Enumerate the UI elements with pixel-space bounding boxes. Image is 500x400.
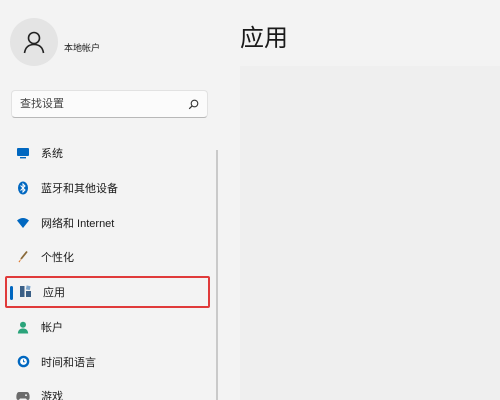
nav-item-label: 游戏 bbox=[41, 391, 63, 400]
nav-item-gaming[interactable]: 游戏 bbox=[0, 379, 212, 400]
apps-icon bbox=[18, 285, 32, 299]
content-pane bbox=[240, 66, 500, 400]
sidebar: 本地帐户 系统 蓝牙和其他设备 网络和 Interne bbox=[0, 0, 222, 400]
system-icon bbox=[16, 146, 30, 160]
nav-item-label: 系统 bbox=[41, 148, 63, 161]
brush-icon bbox=[16, 250, 30, 264]
search-input[interactable] bbox=[20, 98, 187, 110]
nav-item-accounts[interactable]: 帐户 bbox=[0, 310, 212, 345]
page-title: 应用 bbox=[240, 25, 288, 52]
bluetooth-icon bbox=[16, 181, 30, 195]
person-icon bbox=[16, 320, 30, 334]
avatar[interactable] bbox=[10, 18, 58, 66]
nav-item-label: 应用 bbox=[43, 286, 65, 299]
gamepad-icon bbox=[16, 389, 30, 400]
selection-indicator bbox=[10, 285, 13, 300]
nav-item-bluetooth[interactable]: 蓝牙和其他设备 bbox=[0, 171, 212, 206]
globe-clock-icon bbox=[16, 355, 30, 369]
nav-item-label: 帐户 bbox=[41, 322, 63, 335]
account-header[interactable]: 本地帐户 bbox=[10, 18, 100, 66]
nav-list: 系统 蓝牙和其他设备 网络和 Internet 个性化 应用 帐户 时间和语言 … bbox=[0, 136, 212, 400]
nav-item-time-language[interactable]: 时间和语言 bbox=[0, 344, 212, 379]
search-icon[interactable] bbox=[187, 98, 199, 110]
search-box[interactable] bbox=[11, 90, 208, 118]
nav-item-personalization[interactable]: 个性化 bbox=[0, 240, 212, 275]
nav-item-label: 网络和 Internet bbox=[41, 217, 115, 230]
nav-item-system[interactable]: 系统 bbox=[0, 136, 212, 171]
account-name: 本地帐户 bbox=[64, 42, 101, 53]
scrollbar[interactable] bbox=[216, 150, 218, 400]
nav-item-label: 个性化 bbox=[41, 252, 74, 265]
nav-item-apps[interactable]: 应用 bbox=[5, 275, 210, 308]
nav-item-network[interactable]: 网络和 Internet bbox=[0, 205, 212, 240]
user-icon bbox=[23, 31, 45, 54]
nav-item-label: 时间和语言 bbox=[41, 356, 96, 369]
wifi-icon bbox=[16, 216, 30, 230]
nav-item-label: 蓝牙和其他设备 bbox=[41, 183, 118, 196]
